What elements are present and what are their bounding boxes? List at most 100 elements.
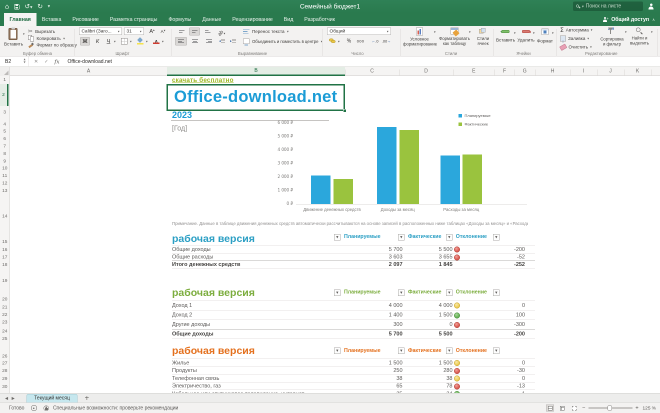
decrease-indent-button[interactable]: ◂ xyxy=(219,38,226,44)
table-planned-value[interactable]: 1 400 xyxy=(358,312,403,318)
row-header-12[interactable]: 12 xyxy=(0,180,10,187)
zoom-out-icon[interactable]: − xyxy=(582,405,585,411)
row-header-29[interactable]: 29 xyxy=(0,375,10,382)
table-deviation-value[interactable]: -252 xyxy=(480,262,525,268)
sort-filter-caret-icon[interactable]: ▾ xyxy=(625,30,627,34)
decrease-decimal-button[interactable]: .00 → xyxy=(381,38,392,46)
row-header-1[interactable]: 1 xyxy=(0,76,10,83)
row-header-20[interactable]: 20 xyxy=(0,296,10,303)
select-all-corner[interactable] xyxy=(0,67,10,76)
table-row-label[interactable]: Общие расходы xyxy=(172,254,213,260)
align-left-button[interactable] xyxy=(175,37,187,46)
column-header-J[interactable]: J xyxy=(597,67,624,76)
insert-caret-icon[interactable]: ▾ xyxy=(514,31,516,35)
row-header-10[interactable]: 10 xyxy=(0,165,10,172)
accessibility-text[interactable]: Специальные возможности: проверьте реком… xyxy=(53,405,178,411)
increase-decimal-button[interactable]: ← .0 xyxy=(370,38,380,46)
confirm-entry-icon[interactable]: ✓ xyxy=(44,59,48,65)
next-sheet-icon[interactable]: ▶ xyxy=(12,396,15,401)
ribbon-tab-формулы[interactable]: Формулы xyxy=(163,13,197,26)
font-name-combo[interactable]: Calibri (Заго... ▾ xyxy=(79,27,122,35)
cancel-entry-icon[interactable]: ✕ xyxy=(34,59,38,65)
table-column-header[interactable]: Фактические xyxy=(408,234,441,240)
table-column-header[interactable]: Отклонение xyxy=(456,347,487,353)
comma-style-button[interactable]: 000 xyxy=(355,38,366,46)
row-header-9[interactable]: 9 xyxy=(0,158,10,165)
align-bottom-button[interactable] xyxy=(202,28,213,36)
table-actual-value[interactable]: 78 xyxy=(408,383,452,389)
table-planned-value[interactable]: 5 700 xyxy=(358,246,403,252)
wrap-text-button[interactable]: Перенос текста ▾ xyxy=(243,29,289,35)
insert-function-icon[interactable]: fx xyxy=(54,58,59,65)
table-planned-value[interactable]: 300 xyxy=(358,322,402,328)
name-box-stepper-icon[interactable]: ▲ ▼ xyxy=(24,58,26,64)
formula-input[interactable]: Office-download.net xyxy=(65,59,112,65)
borders-caret-icon[interactable]: ▾ xyxy=(130,40,132,44)
underline-caret-icon[interactable]: ▾ xyxy=(114,40,116,44)
ribbon-tab-рисование[interactable]: Рисование xyxy=(67,13,104,26)
table-deviation-value[interactable]: -200 xyxy=(480,331,525,337)
table-row-label[interactable]: Другие доходы xyxy=(172,322,210,328)
row-header-27[interactable]: 27 xyxy=(0,360,10,367)
chart-bar-actual[interactable] xyxy=(399,129,419,204)
filter-dropdown-icon[interactable]: ▼ xyxy=(398,347,405,354)
column-header-B[interactable]: B xyxy=(167,67,345,76)
filter-dropdown-icon[interactable]: ▼ xyxy=(493,347,500,354)
row-header-3[interactable]: 3 xyxy=(0,109,10,116)
zoom-knob[interactable] xyxy=(607,405,612,411)
cell-styles-button[interactable]: Стили ячеек xyxy=(472,28,494,46)
banner-link[interactable]: скачать бесплатно xyxy=(172,77,234,84)
column-header-A[interactable]: A xyxy=(10,67,167,76)
selection-border[interactable] xyxy=(166,84,345,111)
ribbon-tab-разметка-страницы[interactable]: Разметка страницы xyxy=(104,13,163,26)
accounting-format-icon[interactable] xyxy=(329,38,336,44)
row-header-15[interactable]: 15 xyxy=(0,238,10,245)
table-row-label[interactable]: Жилье xyxy=(172,360,189,366)
ribbon-tab-вид[interactable]: Вид xyxy=(278,13,299,26)
table-deviation-value[interactable]: 0 xyxy=(480,375,525,381)
bold-button[interactable]: Ж xyxy=(80,37,90,46)
conditional-formatting-button[interactable]: Условное форматирование xyxy=(403,27,437,47)
delete-caret-icon[interactable]: ▾ xyxy=(533,31,535,35)
table-row-label[interactable]: Общие доходы xyxy=(172,331,213,337)
table-actual-value[interactable]: 5 500 xyxy=(408,331,453,337)
view-page-break-button[interactable] xyxy=(570,405,578,412)
row-header-4[interactable]: 4 xyxy=(0,121,10,128)
ribbon-tab-разработчик[interactable]: Разработчик xyxy=(299,13,341,26)
borders-button[interactable] xyxy=(121,38,128,45)
table-column-header[interactable]: Фактические xyxy=(408,347,441,353)
chart-bar-actual[interactable] xyxy=(462,154,482,204)
row-header-28[interactable]: 28 xyxy=(0,368,10,375)
account-icon[interactable] xyxy=(648,3,654,10)
table-planned-value[interactable]: 5 700 xyxy=(358,331,403,337)
row-header-16[interactable]: 16 xyxy=(0,247,10,254)
table-row-label[interactable]: Общие доходы xyxy=(172,246,211,252)
table-column-header[interactable]: Планируемые xyxy=(344,289,381,295)
row-header-17[interactable]: 17 xyxy=(0,254,10,261)
table-planned-value[interactable]: 38 xyxy=(358,375,402,381)
table-planned-value[interactable]: 4 000 xyxy=(358,302,403,308)
table-deviation-value[interactable]: 0 xyxy=(480,360,525,366)
accounting-caret-icon[interactable]: ▾ xyxy=(338,40,340,44)
column-header-G[interactable]: G xyxy=(515,67,536,76)
sort-filter-button[interactable]: А Я Сортировка и фильтр xyxy=(598,27,626,47)
table-actual-value[interactable]: 280 xyxy=(408,368,452,374)
shrink-font-button[interactable]: А ▾ xyxy=(158,28,168,36)
selection-fill-handle[interactable] xyxy=(343,109,347,113)
row-header-18[interactable]: 18 xyxy=(0,262,10,269)
format-as-table-button[interactable]: Форматировать как таблицу xyxy=(437,27,472,46)
underline-button[interactable]: Ч xyxy=(104,37,113,46)
name-box[interactable]: B2 ▲ ▼ xyxy=(0,56,29,67)
filter-dropdown-icon[interactable]: ▼ xyxy=(334,347,341,354)
row-header-7[interactable]: 7 xyxy=(0,143,10,150)
table-planned-value[interactable]: 65 xyxy=(358,383,402,389)
row-header-30[interactable]: 30 xyxy=(0,383,10,390)
orientation-button[interactable]: ab▾ xyxy=(217,28,225,37)
column-header-C[interactable]: C xyxy=(345,67,399,76)
macro-record-icon[interactable] xyxy=(31,405,37,411)
cell-year[interactable]: 2023 xyxy=(172,110,192,121)
table-row-label[interactable]: Электричество, газ xyxy=(172,383,221,389)
fill-color-button[interactable] xyxy=(137,37,144,45)
table-deviation-value[interactable]: -200 xyxy=(480,246,525,252)
format-as-table-caret-icon[interactable]: ▾ xyxy=(469,30,471,34)
